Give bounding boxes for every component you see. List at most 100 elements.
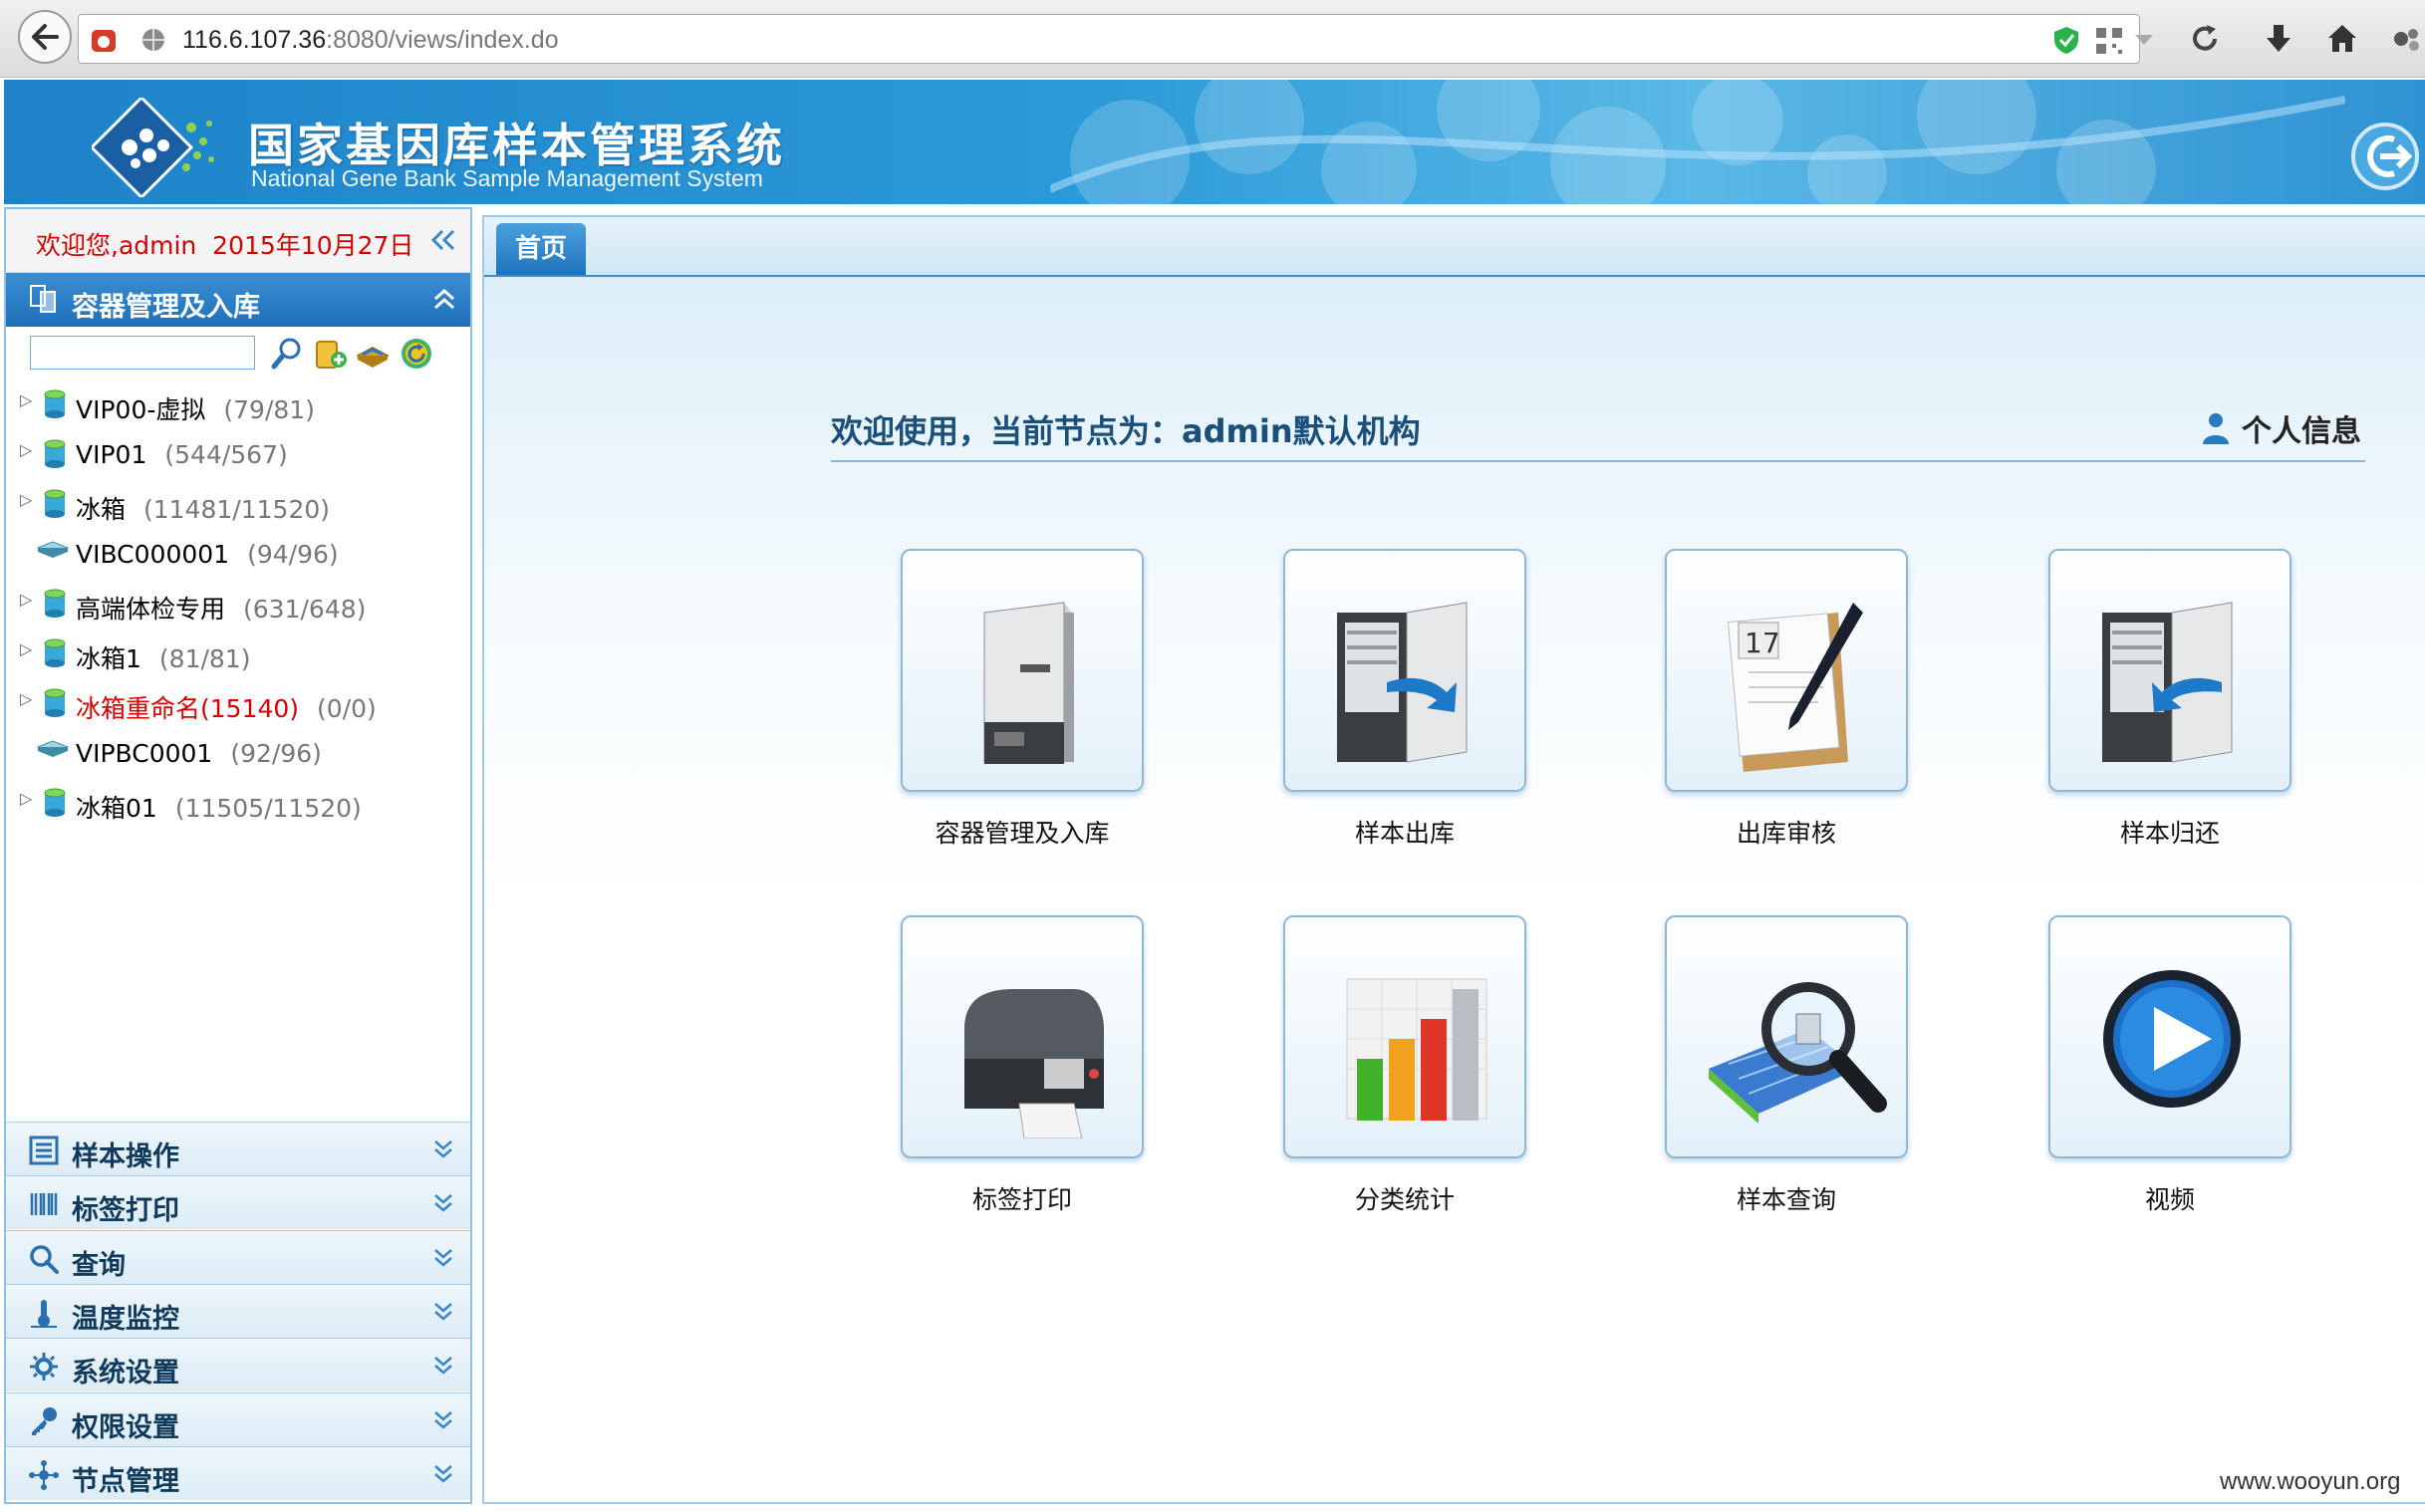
gear-icon <box>30 1353 58 1382</box>
accordion-item[interactable]: 权限设置 <box>6 1391 470 1446</box>
tab-home[interactable]: 首页 <box>496 223 586 275</box>
accordion-item[interactable]: 标签打印 <box>6 1175 470 1230</box>
tree-item[interactable]: ▷ 冰箱 (11481/11520) <box>6 478 470 528</box>
expand-triangle-icon[interactable]: ▷ <box>20 590 32 609</box>
function-tile-label[interactable]: 样本出库 <box>1255 814 1554 850</box>
expand-triangle-icon[interactable]: ▷ <box>20 490 32 509</box>
function-tile[interactable] <box>1665 915 1908 1158</box>
tree-item-label: 冰箱 (11481/11520) <box>76 490 330 526</box>
collapse-sidebar-icon[interactable] <box>428 225 458 255</box>
function-tile[interactable] <box>1283 549 1526 792</box>
tree-item-name: 冰箱01 <box>76 794 157 823</box>
function-tile-label[interactable]: 视频 <box>2021 1180 2319 1216</box>
shield-icon[interactable] <box>2051 25 2081 55</box>
dropdown-arrow-icon[interactable] <box>2133 33 2155 47</box>
function-tile[interactable]: 17 <box>1665 549 1908 792</box>
function-tile[interactable] <box>901 549 1144 792</box>
chevron-down-icon[interactable] <box>430 1461 456 1487</box>
accordion-item[interactable]: 温度监控 <box>6 1283 470 1338</box>
accordion-item[interactable]: 查询 <box>6 1229 470 1284</box>
qr-code-icon[interactable] <box>2095 27 2123 55</box>
label-printer-icon <box>964 989 1104 1138</box>
chevron-down-icon[interactable] <box>430 1136 456 1162</box>
address-bar[interactable]: 116.6.107.36:8080/views/index.do <box>78 14 2153 64</box>
function-tile[interactable] <box>2048 549 2291 792</box>
tree-item[interactable]: ▷ 冰箱1 (81/81) <box>6 628 470 677</box>
bookmark-icon[interactable] <box>89 25 119 55</box>
welcome-row: 欢迎您,admin 2015年10月27日 <box>6 209 470 273</box>
add-container-icon[interactable] <box>313 336 349 372</box>
expand-triangle-icon[interactable]: ▷ <box>20 789 32 808</box>
welcome-text: 欢迎您,admin 2015年10月27日 <box>36 231 414 260</box>
function-tile-label[interactable]: 分类统计 <box>1255 1180 1554 1216</box>
accordion-label: 节点管理 <box>72 1465 179 1497</box>
function-tile[interactable] <box>901 915 1144 1158</box>
accordion-item[interactable]: 系统设置 <box>6 1338 470 1392</box>
reload-icon[interactable] <box>2188 22 2222 56</box>
chevron-down-icon[interactable] <box>430 1353 456 1379</box>
tree-item-name: 冰箱 <box>76 495 127 524</box>
chevron-up-icon[interactable] <box>430 285 458 313</box>
container-icon <box>44 788 66 817</box>
function-tile-label[interactable]: 出库审核 <box>1637 814 1936 850</box>
chevron-down-icon[interactable] <box>430 1299 456 1325</box>
expand-triangle-icon[interactable]: ▷ <box>20 440 32 459</box>
tree-item-label: 冰箱1 (81/81) <box>76 639 250 675</box>
chevron-down-icon[interactable] <box>430 1245 456 1271</box>
function-tile[interactable] <box>2048 915 2291 1158</box>
accordion-label: 权限设置 <box>72 1411 179 1443</box>
accordion-item[interactable]: 样本操作 <box>6 1122 470 1175</box>
home-icon[interactable] <box>2325 22 2359 56</box>
header-banner: 国家基因库样本管理系统 National Gene Bank Sample Ma… <box>4 80 2425 204</box>
tree-item-count: (0/0) <box>317 694 377 723</box>
move-box-icon[interactable] <box>355 336 391 372</box>
chevron-down-icon[interactable] <box>430 1190 456 1216</box>
freezer-return-icon <box>2102 602 2233 763</box>
tree-item-name: VIP01 <box>76 440 147 469</box>
panel-header-label: 容器管理及入库 <box>72 292 260 323</box>
function-tile-label[interactable]: 容器管理及入库 <box>873 814 1172 850</box>
url-text: 116.6.107.36:8080/views/index.do <box>182 26 559 54</box>
expand-triangle-icon[interactable]: ▷ <box>20 639 32 658</box>
tree-item-count: (11505/11520) <box>174 794 362 823</box>
tree-item[interactable]: ▷ 冰箱01 (11505/11520) <box>6 777 470 827</box>
accordion-item[interactable]: 节点管理 <box>6 1445 470 1500</box>
accordion-label: 样本操作 <box>72 1141 179 1172</box>
search-icon[interactable] <box>269 336 305 372</box>
container-panel-icon <box>30 285 56 313</box>
tree-item[interactable]: VIBC000001 (94/96) <box>6 528 470 578</box>
tree-item-label: 冰箱01 (11505/11520) <box>76 789 362 825</box>
box-icon <box>36 541 70 558</box>
tree-item[interactable]: ▷ 冰箱重命名(15140) (0/0) <box>6 677 470 727</box>
personal-info-link[interactable]: 个人信息 <box>2198 406 2361 450</box>
box-icon <box>36 740 70 757</box>
tree-item[interactable]: ▷ 高端体检专用 (631/648) <box>6 578 470 628</box>
function-tile-label[interactable]: 样本查询 <box>1637 1180 1936 1216</box>
refresh-icon[interactable] <box>399 336 434 372</box>
tree-item-count: (92/96) <box>230 739 322 768</box>
expand-triangle-icon[interactable]: ▷ <box>20 390 32 409</box>
key-icon <box>32 1406 57 1435</box>
chevron-down-icon[interactable] <box>430 1407 456 1433</box>
tree-item-label: 高端体检专用 (631/648) <box>76 590 366 626</box>
extension-icon[interactable] <box>2389 22 2423 56</box>
personal-info-label: 个人信息 <box>2242 414 2361 449</box>
function-tile[interactable] <box>1283 915 1526 1158</box>
download-icon[interactable] <box>2262 22 2295 56</box>
back-button[interactable] <box>18 10 72 64</box>
container-icon <box>44 489 66 518</box>
tree-item[interactable]: ▷ VIP00-虚拟 (79/81) <box>6 378 470 428</box>
tree-search-input[interactable] <box>30 336 255 370</box>
tree-item[interactable]: ▷ VIP01 (544/567) <box>6 428 470 478</box>
play-icon <box>2103 970 2241 1108</box>
tree-item[interactable]: VIPBC0001 (92/96) <box>6 727 470 777</box>
panel-header-container-mgmt[interactable]: 容器管理及入库 <box>6 273 470 327</box>
sidebar: 欢迎您,admin 2015年10月27日 容器管理及入库 ▷ VIP00-虚拟… <box>4 207 472 1504</box>
expand-triangle-icon[interactable]: ▷ <box>20 689 32 708</box>
search-icon <box>30 1244 59 1274</box>
container-icon <box>44 688 66 717</box>
logout-icon[interactable] <box>2350 122 2420 191</box>
bar-chart-icon <box>1346 978 1487 1121</box>
function-tile-label[interactable]: 样本归还 <box>2021 814 2319 850</box>
function-tile-label[interactable]: 标签打印 <box>873 1180 1172 1216</box>
